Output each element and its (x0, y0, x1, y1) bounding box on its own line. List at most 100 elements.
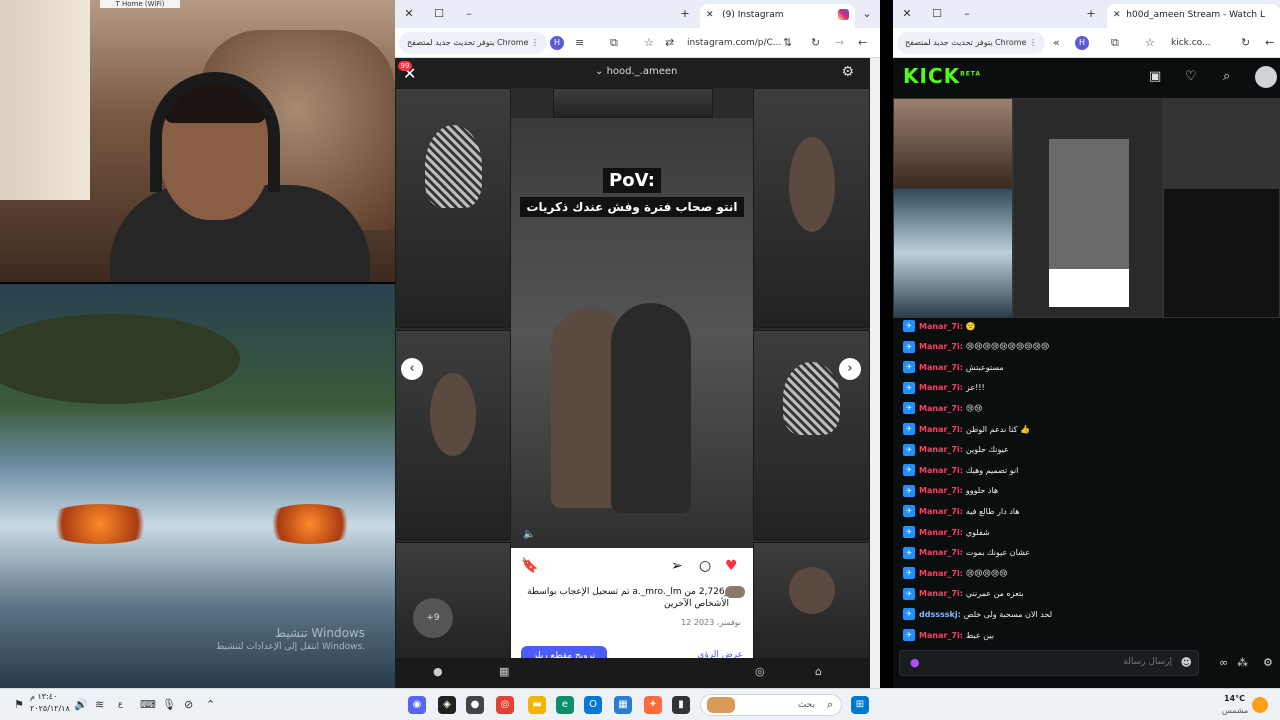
store-icon[interactable]: ▦ (614, 696, 632, 714)
microphone-icon[interactable]: ● (910, 656, 920, 669)
show-hidden-icons[interactable]: ⌃ (206, 698, 215, 712)
tab-instagram[interactable]: ✕ (9) Instagram (700, 4, 855, 28)
new-tab-icon[interactable]: + (1083, 6, 1099, 22)
new-tab-icon[interactable]: + (677, 6, 693, 22)
activity-badge[interactable]: +9 (413, 598, 453, 638)
tab-list-icon[interactable]: ⌄ (859, 6, 875, 22)
stream-video[interactable] (893, 98, 1280, 318)
edge-icon[interactable]: e (556, 696, 574, 714)
grid-tile[interactable] (395, 542, 511, 662)
chat-username[interactable]: Manar_7i: (919, 445, 963, 454)
infinity-icon[interactable]: ∞ (1219, 656, 1228, 670)
media-control-icon[interactable]: ≡ (575, 36, 584, 50)
maximize-icon[interactable]: ☐ (929, 6, 945, 22)
chat-username[interactable]: Manar_7i: (919, 342, 963, 351)
bookmark-star-icon[interactable]: ☆ (1145, 36, 1155, 50)
extensions-icon[interactable]: ⧉ (610, 36, 618, 50)
weather-temp[interactable]: 14°C (1224, 694, 1245, 703)
chat-username[interactable]: Manar_7i: (919, 425, 963, 434)
chat-username[interactable]: Manar_7i: (919, 363, 963, 372)
chat-username[interactable]: Manar_7i: (919, 631, 963, 640)
emoji-icon[interactable]: ☻ (1181, 656, 1192, 669)
people-icon[interactable]: ⁂ (1237, 656, 1248, 670)
following-icon[interactable]: ▣ (1149, 70, 1161, 84)
save-icon[interactable]: 🔖 (521, 558, 538, 574)
site-info-icon[interactable]: ⇄ (665, 36, 674, 50)
file-explorer-icon[interactable]: ▬ (528, 696, 546, 714)
chat-username[interactable]: Manar_7i: (919, 569, 963, 578)
weather-desc[interactable]: مشمس (1222, 706, 1248, 715)
start-icon[interactable]: ⊞ (851, 696, 869, 714)
close-tab-icon[interactable]: ✕ (1113, 10, 1121, 20)
share-icon[interactable]: ➢ (671, 558, 683, 574)
grid-tile[interactable] (753, 88, 870, 328)
profile-avatar[interactable]: H (1075, 36, 1089, 50)
heart-icon[interactable]: ♡ (1185, 70, 1197, 84)
obs-icon[interactable]: ● (466, 696, 484, 714)
extensions-icon[interactable]: ⧉ (1111, 36, 1119, 50)
chat-username[interactable]: Manar_7i: (919, 507, 963, 516)
user-avatar[interactable] (1255, 66, 1277, 88)
chat-username[interactable]: Manar_7i: (919, 528, 963, 537)
settings-icon[interactable]: ⚙ (841, 64, 854, 80)
back-icon[interactable]: ← (1265, 36, 1274, 50)
volume-icon[interactable]: 🔈 (523, 529, 535, 540)
back-icon[interactable]: ← (858, 36, 867, 50)
like-heart-icon[interactable]: ♥ (725, 558, 738, 574)
discord-icon[interactable]: ◉ (408, 696, 426, 714)
outlook-icon[interactable]: O (584, 696, 602, 714)
terminal-icon[interactable]: ▮ (672, 696, 690, 714)
reload-icon[interactable]: ↻ (811, 36, 820, 50)
grid-tile[interactable] (395, 88, 511, 328)
wifi-icon[interactable]: ≋ (95, 698, 104, 712)
chat-username[interactable]: ddsssskj: (919, 610, 961, 619)
taskbar-search[interactable]: بحث ⌕ (700, 694, 842, 716)
bluetooth-off-icon[interactable]: ⊘ (184, 698, 193, 712)
reel-video[interactable]: PoV: انتو صحاب فترة وفش عندك ذكريات 🔈 (511, 118, 753, 548)
chat-input[interactable]: ● إرسال رسالة ☻ (899, 650, 1199, 676)
chat-username[interactable]: Manar_7i: (919, 322, 963, 331)
likes-text[interactable]: تم تسجيل الإعجاب بواسطة a._mro._lm و2,72… (523, 586, 729, 610)
maximize-icon[interactable]: ☐ (431, 6, 447, 22)
clock-time[interactable]: ١٣:٤٠ م (30, 692, 57, 701)
profile-icon[interactable]: ● (433, 665, 443, 679)
reels-icon[interactable]: ▦ (499, 665, 509, 679)
chat-username[interactable]: Manar_7i: (919, 589, 963, 598)
copilot-icon[interactable]: ✦ (644, 696, 662, 714)
profile-avatar[interactable]: H (550, 36, 564, 50)
bookmark-star-icon[interactable]: ☆ (644, 36, 654, 50)
chat-username[interactable]: Manar_7i: (919, 548, 963, 557)
minimize-icon[interactable]: – (461, 6, 477, 22)
volume-icon[interactable]: 🔊 (74, 698, 88, 712)
language-indicator[interactable]: ع (118, 699, 123, 708)
profile-username[interactable]: ⌄ hood._.ameen (595, 66, 677, 77)
explore-icon[interactable]: ◎ (755, 665, 765, 679)
kick-logo[interactable]: KICKBETA (903, 64, 981, 88)
overflow-chevron-icon[interactable]: « (1053, 36, 1060, 50)
tune-icon[interactable]: ⇅ (783, 36, 792, 50)
app-icon[interactable]: ◈ (438, 696, 456, 714)
chat-username[interactable]: Manar_7i: (919, 486, 963, 495)
comment-icon[interactable]: ○ (699, 558, 711, 574)
address-bar[interactable]: instagram.com/p/C... (687, 32, 781, 54)
reload-icon[interactable]: ↻ (1241, 36, 1250, 50)
update-pill[interactable]: يتوفر تحديث جديد لمتصفح Chrome ⋮ (897, 32, 1045, 54)
home-icon[interactable]: ⌂ (815, 665, 822, 679)
chat-settings-icon[interactable]: ⚙ (1263, 656, 1273, 670)
search-icon[interactable]: ⌕ (1223, 70, 1230, 84)
update-pill[interactable]: يتوفر تحديث جديد لمتصفح Chrome ⋮ (399, 32, 547, 54)
chat-username[interactable]: Manar_7i: (919, 466, 963, 475)
address-bar[interactable]: kick.co... (1171, 32, 1211, 54)
grid-tile[interactable] (553, 88, 713, 118)
clock-date[interactable]: ٢٠٢٥/١٢/١٨ (30, 704, 70, 713)
forward-icon[interactable]: → (835, 36, 844, 50)
mic-tray-icon[interactable]: 🎙 (162, 698, 176, 712)
previous-arrow-icon[interactable]: ‹ (401, 358, 423, 380)
close-tab-icon[interactable]: ✕ (706, 10, 714, 20)
next-arrow-icon[interactable]: › (839, 358, 861, 380)
tab-kick[interactable]: ✕ h00d_ameen Stream - Watch L (1107, 4, 1280, 28)
chat-username[interactable]: Manar_7i: (919, 383, 963, 392)
grid-tile[interactable] (753, 542, 870, 662)
minimize-icon[interactable]: – (959, 6, 975, 22)
chat-username[interactable]: Manar_7i: (919, 404, 963, 413)
